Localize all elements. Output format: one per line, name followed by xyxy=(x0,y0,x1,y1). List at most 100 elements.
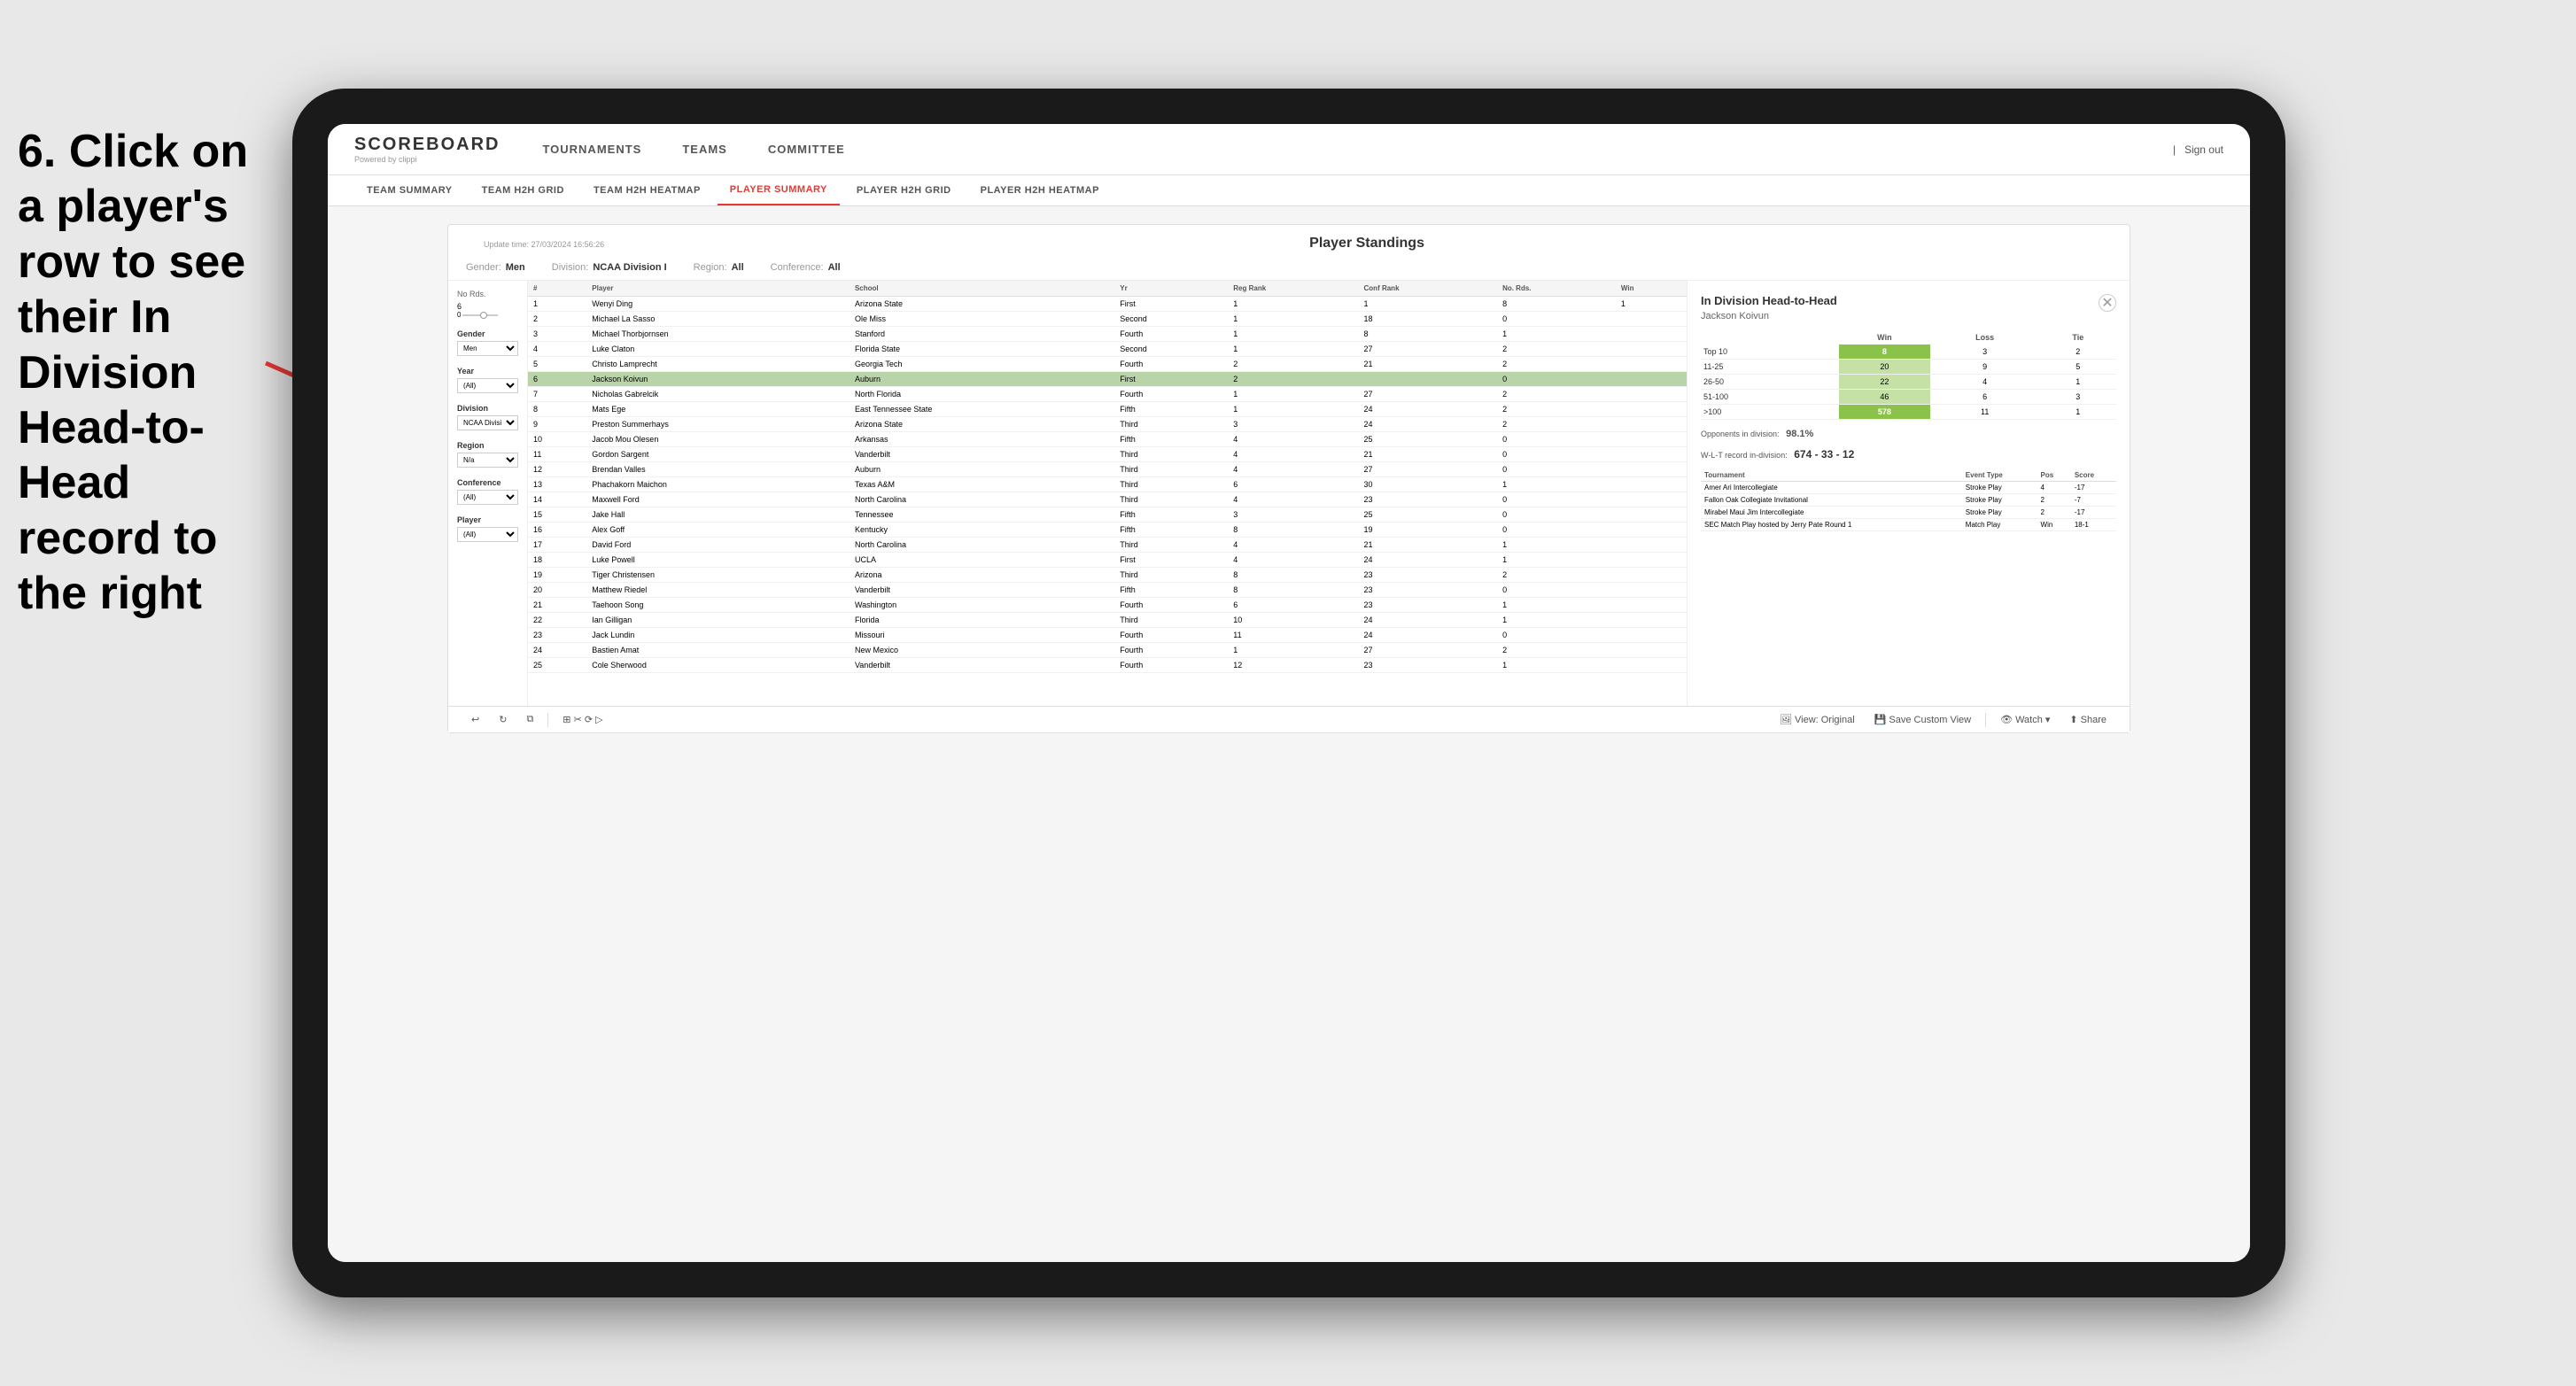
toolbar-icons[interactable]: ⊞ ✂ ⟳ ▷ xyxy=(557,712,608,727)
tab-team-h2h-heatmap[interactable]: TEAM H2H HEATMAP xyxy=(581,176,713,205)
cell-conf: 23 xyxy=(1359,583,1498,598)
share-btn[interactable]: ⬆ Share xyxy=(2064,712,2112,727)
table-row[interactable]: 24 Bastien Amat New Mexico Fourth 1 27 2 xyxy=(528,643,1687,658)
cell-yr: First xyxy=(1114,372,1228,387)
table-row[interactable]: 10 Jacob Mou Olesen Arkansas Fifth 4 25 … xyxy=(528,432,1687,447)
tournament-header-row: Tournament Event Type Pos Score xyxy=(1701,469,2116,482)
h2h-loss-val: 11 xyxy=(1930,405,2040,420)
cell-num: 7 xyxy=(528,387,586,402)
cell-yr: Fifth xyxy=(1114,432,1228,447)
cell-conf: 25 xyxy=(1359,432,1498,447)
table-row[interactable]: 6 Jackson Koivun Auburn First 2 0 xyxy=(528,372,1687,387)
sign-out-link[interactable]: Sign out xyxy=(2184,143,2223,156)
cell-win xyxy=(1616,492,1687,507)
tab-team-h2h-grid[interactable]: TEAM H2H GRID xyxy=(469,176,577,205)
cell-win xyxy=(1616,583,1687,598)
table-row[interactable]: 15 Jake Hall Tennessee Fifth 3 25 0 xyxy=(528,507,1687,523)
table-row[interactable]: 5 Christo Lamprecht Georgia Tech Fourth … xyxy=(528,357,1687,372)
cell-win xyxy=(1616,507,1687,523)
cell-win xyxy=(1616,598,1687,613)
cell-reg: 1 xyxy=(1228,402,1358,417)
table-row[interactable]: 19 Tiger Christensen Arizona Third 8 23 … xyxy=(528,568,1687,583)
tournament-row: Mirabel Maui Jim Intercollegiate Stroke … xyxy=(1701,507,2116,519)
slider-min: 0 xyxy=(457,311,461,319)
cell-num: 8 xyxy=(528,402,586,417)
division-select[interactable]: NCAA Division I xyxy=(457,415,518,430)
tab-player-h2h-heatmap[interactable]: PLAYER H2H HEATMAP xyxy=(968,176,1112,205)
cell-rds: 0 xyxy=(1497,523,1616,538)
gender-select[interactable]: Men xyxy=(457,341,518,356)
cell-school: Ole Miss xyxy=(850,312,1114,327)
cell-win xyxy=(1616,402,1687,417)
table-row[interactable]: 9 Preston Summerhays Arizona State Third… xyxy=(528,417,1687,432)
table-row[interactable]: 20 Matthew Riedel Vanderbilt Fifth 8 23 … xyxy=(528,583,1687,598)
undo-button[interactable]: ↩ xyxy=(466,712,485,727)
cell-conf xyxy=(1359,372,1498,387)
t-col-tournament: Tournament xyxy=(1701,469,1962,482)
region-select[interactable]: N/a xyxy=(457,453,518,468)
table-row[interactable]: 7 Nicholas Gabrelcik North Florida Fourt… xyxy=(528,387,1687,402)
table-row[interactable]: 14 Maxwell Ford North Carolina Third 4 2… xyxy=(528,492,1687,507)
tablet-screen: SCOREBOARD Powered by clippi TOURNAMENTS… xyxy=(328,124,2250,1262)
nav-tournaments[interactable]: TOURNAMENTS xyxy=(535,139,648,159)
h2h-table-row: 26-50 22 4 1 xyxy=(1701,375,2116,390)
cell-player: Jake Hall xyxy=(586,507,850,523)
cell-num: 22 xyxy=(528,613,586,628)
nav-committee[interactable]: COMMITTEE xyxy=(761,139,852,159)
year-select[interactable]: (All) xyxy=(457,378,518,393)
conference-select[interactable]: (All) xyxy=(457,490,518,505)
cell-conf: 24 xyxy=(1359,628,1498,643)
bottom-toolbar: ↩ ↻ ⧉ ⊞ ✂ ⟳ ▷ 🖼 View: Original 💾 Save Cu… xyxy=(448,706,2130,732)
cell-win xyxy=(1616,613,1687,628)
h2h-range-label: Top 10 xyxy=(1701,345,1839,360)
save-custom-btn[interactable]: 💾 Save Custom View xyxy=(1869,712,1976,727)
table-row[interactable]: 12 Brendan Valles Auburn Third 4 27 0 xyxy=(528,462,1687,477)
table-row[interactable]: 11 Gordon Sargent Vanderbilt Third 4 21 … xyxy=(528,447,1687,462)
copy-button[interactable]: ⧉ xyxy=(521,712,539,727)
h2h-tie-val: 3 xyxy=(2040,390,2116,405)
table-row[interactable]: 17 David Ford North Carolina Third 4 21 … xyxy=(528,538,1687,553)
col-conf-rank: Conf Rank xyxy=(1359,281,1498,297)
h2h-loss-val: 3 xyxy=(1930,345,2040,360)
t-col-pos: Pos xyxy=(2037,469,2071,482)
table-row[interactable]: 4 Luke Claton Florida State Second 1 27 … xyxy=(528,342,1687,357)
tab-player-h2h-grid[interactable]: PLAYER H2H GRID xyxy=(844,176,964,205)
table-row[interactable]: 1 Wenyi Ding Arizona State First 1 1 8 1 xyxy=(528,297,1687,312)
table-row[interactable]: 18 Luke Powell UCLA First 4 24 1 xyxy=(528,553,1687,568)
h2h-panel: In Division Head-to-Head Jackson Koivun … xyxy=(1687,281,2130,706)
table-row[interactable]: 3 Michael Thorbjornsen Stanford Fourth 1… xyxy=(528,327,1687,342)
toolbar-sep-2 xyxy=(1985,713,1986,727)
t-pos: 2 xyxy=(2037,507,2071,519)
conference-filter: Conference (All) xyxy=(457,478,518,505)
table-row[interactable]: 22 Ian Gilligan Florida Third 10 24 1 xyxy=(528,613,1687,628)
table-row[interactable]: 8 Mats Ege East Tennessee State Fifth 1 … xyxy=(528,402,1687,417)
t-type: Match Play xyxy=(1962,519,2037,531)
table-row[interactable]: 16 Alex Goff Kentucky Fifth 8 19 0 xyxy=(528,523,1687,538)
cell-player: Phachakorn Maichon xyxy=(586,477,850,492)
tab-team-summary[interactable]: TEAM SUMMARY xyxy=(354,176,465,205)
opponents-pct-value: 98.1% xyxy=(1786,429,1813,439)
cell-num: 9 xyxy=(528,417,586,432)
redo-button[interactable]: ↻ xyxy=(493,712,512,727)
cell-yr: First xyxy=(1114,297,1228,312)
cell-school: Arizona xyxy=(850,568,1114,583)
player-select[interactable]: (All) xyxy=(457,527,518,542)
watch-btn[interactable]: 👁 Watch ▾ xyxy=(1995,712,2055,727)
h2h-record-section: W-L-T record in-division: 674 - 33 - 12 xyxy=(1701,448,2116,461)
table-row[interactable]: 2 Michael La Sasso Ole Miss Second 1 18 … xyxy=(528,312,1687,327)
cell-num: 20 xyxy=(528,583,586,598)
cell-num: 4 xyxy=(528,342,586,357)
tab-player-summary[interactable]: PLAYER SUMMARY xyxy=(718,175,840,205)
table-row[interactable]: 23 Jack Lundin Missouri Fourth 11 24 0 xyxy=(528,628,1687,643)
nav-teams[interactable]: TEAMS xyxy=(675,139,734,159)
table-row[interactable]: 13 Phachakorn Maichon Texas A&M Third 6 … xyxy=(528,477,1687,492)
table-row[interactable]: 21 Taehoon Song Washington Fourth 6 23 1 xyxy=(528,598,1687,613)
table-row[interactable]: 25 Cole Sherwood Vanderbilt Fourth 12 23… xyxy=(528,658,1687,673)
cell-win xyxy=(1616,432,1687,447)
cell-conf: 24 xyxy=(1359,417,1498,432)
cell-rds: 2 xyxy=(1497,402,1616,417)
no-rds-slider[interactable] xyxy=(462,314,498,316)
cell-rds: 2 xyxy=(1497,387,1616,402)
h2h-close-button[interactable]: ✕ xyxy=(2099,294,2116,312)
view-original-btn[interactable]: 🖼 View: Original xyxy=(1774,712,1860,727)
